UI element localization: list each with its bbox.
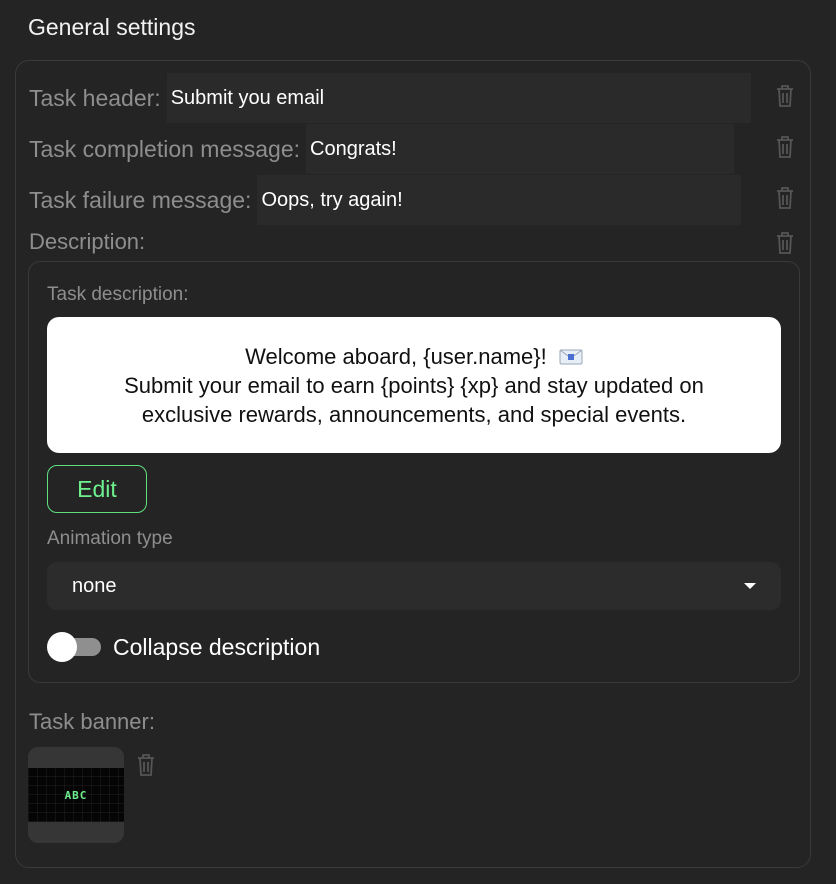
preview-line-3: exclusive rewards, announcements, and sp… <box>141 401 687 427</box>
description-label: Description: <box>29 229 146 254</box>
task-failure-label: Task failure message: <box>29 186 252 213</box>
collapse-description-label: Collapse description <box>113 634 321 660</box>
preview-line-1: Welcome aboard, {user.name}! <box>47 342 781 371</box>
trash-icon[interactable] <box>775 84 795 108</box>
animation-type-select[interactable]: none <box>47 562 781 610</box>
task-failure-row: Task failure message: <box>29 175 742 225</box>
animation-type-label: Animation type <box>47 528 173 549</box>
task-header-input[interactable] <box>166 73 751 123</box>
task-header-row: Task header: <box>29 73 751 123</box>
edit-button[interactable]: Edit <box>47 465 147 513</box>
trash-icon[interactable] <box>775 186 795 210</box>
collapse-description-toggle[interactable] <box>47 632 102 662</box>
banner-image-text: ABC <box>64 788 88 802</box>
task-completion-row: Task completion message: <box>29 124 735 174</box>
task-completion-label: Task completion message: <box>29 135 301 162</box>
task-completion-input[interactable] <box>306 124 735 174</box>
animation-type-value: none <box>72 574 117 597</box>
caret-down-icon <box>744 583 756 589</box>
task-banner-thumbnail[interactable]: ABC <box>28 747 124 843</box>
preview-line-2: Submit your email to earn {points} {xp} … <box>124 372 704 398</box>
toggle-knob <box>47 632 77 662</box>
page-title: General settings <box>28 14 196 40</box>
preview-line-1-text: Welcome aboard, {user.name}! <box>245 343 547 369</box>
settings-panel: Task header: Task completion message: Ta… <box>15 60 811 868</box>
banner-image: ABC <box>28 768 124 822</box>
task-failure-input[interactable] <box>257 175 742 225</box>
envelope-icon <box>559 343 583 364</box>
description-box: Task description: Welcome aboard, {user.… <box>28 261 800 683</box>
trash-icon[interactable] <box>775 231 795 255</box>
task-header-label: Task header: <box>29 84 161 111</box>
trash-icon[interactable] <box>775 135 795 159</box>
description-preview: Welcome aboard, {user.name}! Submit your… <box>47 317 781 453</box>
task-description-label: Task description: <box>47 284 189 305</box>
trash-icon[interactable] <box>136 753 156 777</box>
task-banner-label: Task banner: <box>29 709 155 734</box>
